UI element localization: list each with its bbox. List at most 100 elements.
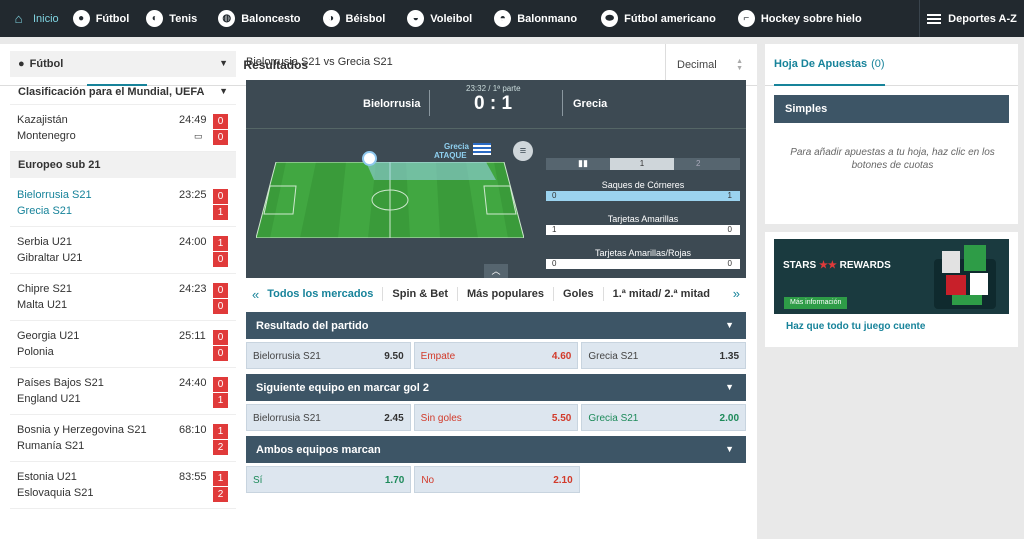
- chevron-down-icon: ▼: [725, 320, 734, 330]
- handball-icon: ◓: [494, 10, 512, 27]
- odds-button[interactable]: Grecia S21 2.00: [581, 404, 747, 431]
- soccer-ball-icon: ●: [72, 10, 90, 27]
- away-team: Eslovaquia S21: [17, 487, 94, 499]
- odds-button[interactable]: Empate 4.60: [413, 342, 579, 369]
- nav-volleyball[interactable]: ◒ Voleibol: [407, 0, 472, 37]
- match-row[interactable]: Serbia U21 Gibraltar U21 24:00 1 0: [10, 227, 236, 274]
- basketball-icon: ◍: [218, 10, 236, 27]
- market-header[interactable]: Siguiente equipo en marcar gol 2 ▼: [246, 374, 746, 401]
- match-score: 0 : 1: [474, 93, 513, 114]
- away-team: England U21: [17, 393, 81, 405]
- sports-az-button[interactable]: Deportes A-Z: [919, 0, 1024, 37]
- odds-row: Bielorrusia S21 9.50 Empate 4.60 Grecia S21 1…: [246, 342, 747, 369]
- promo-box: STARS ★★ REWARDS Más información Haz que…: [765, 232, 1018, 347]
- match-row[interactable]: Chipre S21 Malta U21 24:23 0 0: [10, 274, 236, 321]
- american-football-icon: ⬬: [601, 10, 619, 27]
- odds-button[interactable]: Grecia S21 1.35: [581, 342, 747, 369]
- score-divider-right: [562, 90, 563, 116]
- rewards-link[interactable]: Haz que todo tu juego cuente: [786, 321, 925, 332]
- collapse-tracker-icon[interactable]: ︿: [484, 264, 508, 278]
- more-info-button[interactable]: Más información: [784, 297, 848, 309]
- market: Resultado del partido ▼ Bielorrusia S21 9.5…: [246, 312, 747, 369]
- match-row[interactable]: Kazajistán Montenegro 24:49 ▭ 0 0: [10, 105, 236, 152]
- nav-american-football[interactable]: ⬬ Fútbol americano: [601, 0, 716, 37]
- nav-label: Tenis: [169, 12, 198, 25]
- match-row[interactable]: Estonia U21 Eslovaquia S21 83:55 1 2: [10, 462, 236, 509]
- match-time: 83:55: [179, 471, 207, 483]
- stat-bar: 10: [546, 225, 740, 235]
- away-score: 0: [213, 130, 228, 145]
- home-icon: ⌂: [14, 11, 23, 26]
- stat-label: Saques de Córneres: [601, 180, 685, 190]
- market: Siguiente equipo en marcar gol 2 ▼ Bielorr…: [246, 374, 747, 431]
- stat-bar: 01: [546, 191, 740, 201]
- away-team: Rumanía S21: [17, 440, 85, 452]
- league-name: Clasificación para el Mundial, UEFA: [18, 85, 205, 98]
- away-score: 2: [213, 487, 228, 502]
- nav-home[interactable]: ⌂ Inicio: [0, 0, 73, 37]
- simples-header[interactable]: Simples: [774, 95, 1009, 123]
- odds-button[interactable]: Bielorrusia S21 2.45: [246, 404, 411, 431]
- away-team: Polonia: [17, 346, 54, 358]
- stars-rewards-banner[interactable]: STARS ★★ REWARDS Más información: [774, 239, 1009, 314]
- home-team: Países Bajos S21: [17, 377, 104, 389]
- market-tab-goles[interactable]: Goles: [554, 287, 604, 301]
- stat-home: 0: [552, 191, 557, 200]
- market-header[interactable]: Ambos equipos marcan ▼: [246, 436, 746, 463]
- odds-price: 4.60: [551, 351, 572, 362]
- nav-ice-hockey[interactable]: ⌐ Hockey sobre hielo: [737, 0, 862, 37]
- league-header[interactable]: Europeo sub 21: [10, 152, 236, 178]
- nav-basketball[interactable]: ◍ Baloncesto: [218, 0, 301, 37]
- match-time: 68:10: [179, 424, 207, 436]
- score-divider-left: [429, 90, 430, 116]
- stats-bar-icon[interactable]: ▮▮: [578, 158, 588, 169]
- market-title: Resultado del partido: [256, 319, 369, 332]
- home-score: 0: [213, 114, 228, 129]
- selection-label: Bielorrusia S21: [253, 351, 321, 362]
- sport-header-futbol[interactable]: ● Fútbol ▼: [10, 51, 236, 77]
- selection-label: Grecia S21: [588, 351, 639, 362]
- tracker-menu-icon[interactable]: ≡: [513, 141, 533, 161]
- match-row[interactable]: Bosnia y Herzegovina S21 Rumanía S21 68:10…: [10, 415, 236, 462]
- match-row[interactable]: Georgia U21 Polonia 25:11 0 0: [10, 321, 236, 368]
- chevron-down-icon: ▼: [725, 382, 734, 392]
- match-row[interactable]: Bielorrusia S21 Grecia S21 23:25 0 1: [10, 180, 236, 227]
- market-tab-populares[interactable]: Más populares: [458, 287, 555, 301]
- odds-button[interactable]: Sí 1.70: [246, 466, 412, 493]
- market-tabs-prev-icon[interactable]: «: [252, 287, 259, 302]
- market-tab-spin-bet[interactable]: Spin & Bet: [382, 287, 459, 301]
- market-header[interactable]: Resultado del partido ▼: [246, 312, 746, 339]
- odds-button[interactable]: No 2.10: [414, 466, 580, 493]
- odds-button[interactable]: Sin goles 5.50: [413, 404, 579, 431]
- nav-handball[interactable]: ◓ Balonmano: [494, 0, 577, 37]
- odds-button[interactable]: Bielorrusia S21 9.50: [246, 342, 411, 369]
- event-center: Bielorrusia S21 vs Grecia S21 23:32 / 1ª…: [246, 51, 747, 498]
- away-team-name: Grecia: [573, 98, 608, 110]
- market-tab-mitad[interactable]: 1.ª mitad/ 2.ª mitad: [604, 287, 719, 301]
- nav-baseball[interactable]: ◑ Béisbol: [322, 0, 385, 37]
- stat-label: Tarjetas Amarillas: [607, 214, 679, 224]
- tennis-ball-icon: ◐: [146, 10, 164, 27]
- league-header[interactable]: Clasificación para el Mundial, UEFA ▼: [10, 79, 236, 105]
- stat-away: 0: [727, 225, 732, 234]
- match-row[interactable]: Países Bajos S21 England U21 24:40 0 1: [10, 368, 236, 415]
- bet-slip-tab[interactable]: Hoja De Apuestas (0): [774, 44, 885, 86]
- volleyball-icon: ◒: [407, 10, 425, 27]
- nav-tennis-ball[interactable]: ◐ Tenis: [146, 0, 197, 37]
- home-team: Chipre S21: [17, 283, 73, 295]
- selection-label: No: [421, 475, 435, 486]
- stat-away: 1: [727, 191, 732, 200]
- away-score: 0: [213, 346, 228, 361]
- stats-tab-1[interactable]: 1: [610, 158, 674, 170]
- stats-tab-2[interactable]: 2: [696, 159, 700, 168]
- market-tabs-next-icon[interactable]: »: [733, 286, 740, 301]
- match-time: 24:23: [179, 283, 207, 295]
- selection-label: Empate: [420, 351, 456, 362]
- odds-price: 2.00: [719, 413, 740, 424]
- away-score: 0: [213, 252, 228, 267]
- nav-soccer-ball[interactable]: ● Fútbol: [72, 0, 129, 37]
- tracker-divider: [246, 128, 746, 129]
- market-tab-todos[interactable]: Todos los mercados: [267, 287, 382, 301]
- odds-row: Sí 1.70 No 2.10: [246, 466, 746, 493]
- sport-label: Fútbol: [29, 58, 64, 70]
